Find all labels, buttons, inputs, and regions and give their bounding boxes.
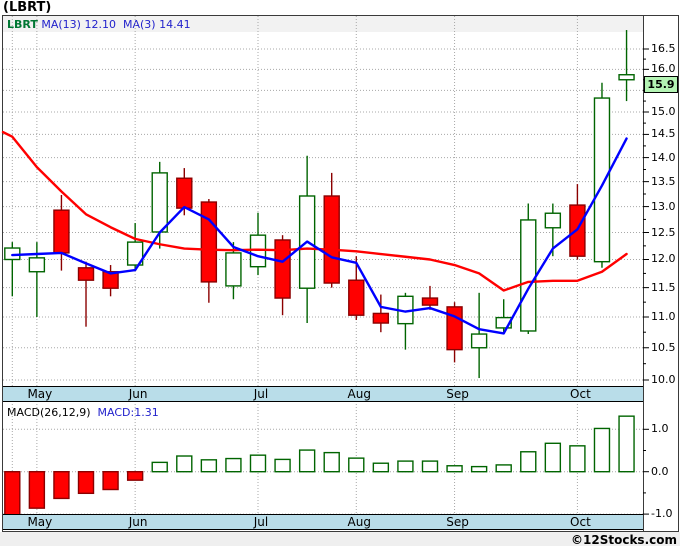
macd-bar-positive xyxy=(397,460,414,473)
candle-body xyxy=(618,74,635,81)
macd-bar-positive xyxy=(323,451,340,473)
candle-body xyxy=(323,195,340,284)
candle-body xyxy=(200,201,218,283)
candle-body xyxy=(520,219,537,332)
month-label: Jun xyxy=(128,515,148,529)
macd-bar-positive xyxy=(446,465,463,473)
candle-body xyxy=(225,252,242,287)
month-label: May xyxy=(27,387,53,401)
macd-bar-positive xyxy=(520,451,537,473)
macd-bar-negative xyxy=(28,471,46,509)
macd-bar-positive xyxy=(495,464,512,473)
macd-axis-label: 1.0 xyxy=(651,422,669,436)
month-label: Aug xyxy=(347,387,371,401)
month-axis-bar-bottom: May Jun Jul Aug Sep Oct xyxy=(3,514,643,530)
stock-chart-widget: (LBRT) LBRT MA(13) 12.10 MA(3) 14.41 MAC… xyxy=(0,0,680,546)
last-price-badge: 15.9 xyxy=(644,76,678,94)
macd-bar-positive xyxy=(151,461,168,473)
macd-bar-positive xyxy=(544,442,562,473)
macd-bar-positive xyxy=(298,449,316,473)
price-axis-label: 13.0 xyxy=(651,199,676,213)
macd-bar-positive xyxy=(200,459,218,473)
price-axis-label: 11.5 xyxy=(651,280,676,294)
candle-body xyxy=(544,212,562,229)
month-label: Jul xyxy=(253,515,269,529)
macd-bar-positive xyxy=(249,454,267,473)
price-axis-label: 10.0 xyxy=(651,373,676,386)
macd-bar-positive xyxy=(569,445,586,473)
macd-bar-positive xyxy=(593,427,611,473)
macd-bar-positive xyxy=(225,457,242,473)
price-axis-label: 11.0 xyxy=(651,310,676,323)
month-label: May xyxy=(27,515,53,529)
macd-axis-label: -1.0 xyxy=(651,507,673,521)
month-label: Oct xyxy=(570,515,591,529)
month-label: Sep xyxy=(446,387,469,401)
month-label: Oct xyxy=(570,387,591,401)
price-axis-label: 12.5 xyxy=(651,225,676,239)
candle-body xyxy=(53,209,70,254)
candle-body xyxy=(77,267,95,281)
candle-body xyxy=(151,172,168,233)
candle-body xyxy=(348,279,365,316)
candle-body xyxy=(470,333,488,349)
macd-bar-positive xyxy=(470,465,488,473)
price-axis-label: 16.0 xyxy=(651,62,676,76)
month-label: Aug xyxy=(347,515,371,529)
macd-bar-positive xyxy=(618,415,635,473)
month-label: Jun xyxy=(128,387,148,401)
macd-bar-negative xyxy=(4,471,21,516)
macd-bar-positive xyxy=(274,458,291,473)
macd-bar-positive xyxy=(421,460,439,473)
price-axis-label: 13.5 xyxy=(651,174,676,188)
macd-bar-negative xyxy=(102,471,119,491)
macd-bar-negative xyxy=(53,471,70,500)
price-axis-label: 10.5 xyxy=(651,340,676,354)
price-axis-label: 15.0 xyxy=(651,104,676,118)
price-axis-label: 16.5 xyxy=(651,42,676,55)
month-axis-bar-top: May Jun Jul Aug Sep Oct xyxy=(3,386,643,402)
macd-bar-positive xyxy=(372,462,390,473)
price-axis-label: 12.0 xyxy=(651,252,676,266)
candle-body xyxy=(176,177,193,209)
macd-bar-negative xyxy=(77,471,95,495)
price-axis-label: 14.5 xyxy=(651,127,676,141)
chart-canvas[interactable] xyxy=(0,0,680,546)
candle-body xyxy=(421,297,439,306)
candle-body xyxy=(446,306,463,351)
macd-bar-positive xyxy=(176,455,193,473)
macd-bar-positive xyxy=(348,457,365,473)
candle-body xyxy=(372,312,390,324)
candle-body xyxy=(28,257,46,273)
candle-body xyxy=(593,97,611,263)
macd-bar-negative xyxy=(126,471,144,481)
month-label: Sep xyxy=(446,515,469,529)
macd-axis-label: 0.0 xyxy=(651,464,669,478)
copyright-label: ©12Stocks.com xyxy=(571,533,677,546)
price-axis-label: 14.0 xyxy=(651,150,676,164)
month-label: Jul xyxy=(253,387,269,401)
